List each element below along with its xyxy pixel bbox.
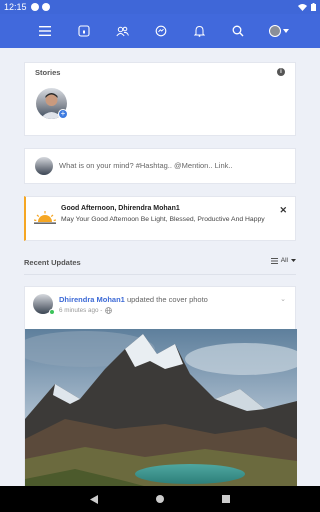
mountain-landscape-image [25, 329, 297, 497]
sunset-icon [34, 211, 56, 224]
avatar [35, 157, 53, 175]
post-composer[interactable]: What is on your mind? #Hashtag.. @Mentio… [24, 148, 296, 184]
stories-title: Stories [35, 68, 61, 77]
top-navbar [0, 14, 320, 48]
status-time: 12:15 [4, 2, 27, 12]
system-navigation-bar [0, 486, 320, 512]
search-icon[interactable] [229, 22, 247, 40]
status-bar: 12:15 [0, 0, 320, 14]
filter-label: All [280, 257, 288, 264]
post-time[interactable]: 6 minutes ago - [59, 307, 102, 314]
notification-icon [41, 3, 50, 11]
recent-updates-title: Recent Updates [24, 258, 81, 267]
online-status-dot [49, 309, 55, 315]
greeting-message: May Your Good Afternoon Be Light, Blesse… [61, 216, 265, 223]
notification-icon [30, 3, 39, 11]
greeting-card: Good Afternoon, Dhirendra Mohan1 May You… [24, 196, 296, 241]
close-icon[interactable]: ✕ [279, 205, 287, 216]
menu-icon[interactable] [36, 22, 54, 40]
chevron-down-icon [282, 29, 289, 33]
back-icon[interactable] [90, 494, 98, 504]
post-action: updated the cover photo [126, 295, 208, 304]
chevron-down-icon [291, 259, 296, 262]
messages-icon[interactable] [152, 22, 170, 40]
feed-filter-dropdown[interactable]: All [270, 257, 296, 264]
list-icon [270, 257, 278, 264]
home-icon[interactable] [75, 22, 93, 40]
greeting-title: Good Afternoon, Dhirendra Mohan1 [61, 205, 180, 212]
battery-icon [311, 3, 316, 11]
info-icon[interactable]: i [277, 68, 285, 76]
post-options-chevron-icon[interactable]: ⌄ [280, 295, 286, 303]
avatar [268, 25, 281, 37]
composer-placeholder[interactable]: What is on your mind? #Hashtag.. @Mentio… [59, 161, 233, 170]
post-author-link[interactable]: Dhirendra Mohan1 [59, 295, 125, 304]
add-story-button[interactable]: + [58, 109, 68, 119]
feed-post: Dhirendra Mohan1 updated the cover photo… [24, 286, 297, 497]
cover-photo[interactable] [25, 329, 297, 497]
post-meta: 6 minutes ago - [59, 307, 113, 314]
stories-card: Stories i + [24, 62, 296, 136]
recent-apps-icon[interactable] [222, 495, 230, 503]
globe-icon [105, 307, 113, 314]
home-button-icon[interactable] [156, 495, 164, 503]
friends-icon[interactable] [113, 22, 131, 40]
wifi-icon [298, 4, 307, 11]
post-headline: Dhirendra Mohan1 updated the cover photo [59, 295, 208, 304]
profile-menu[interactable] [268, 22, 290, 40]
divider [24, 274, 296, 275]
bell-icon[interactable] [191, 22, 209, 40]
